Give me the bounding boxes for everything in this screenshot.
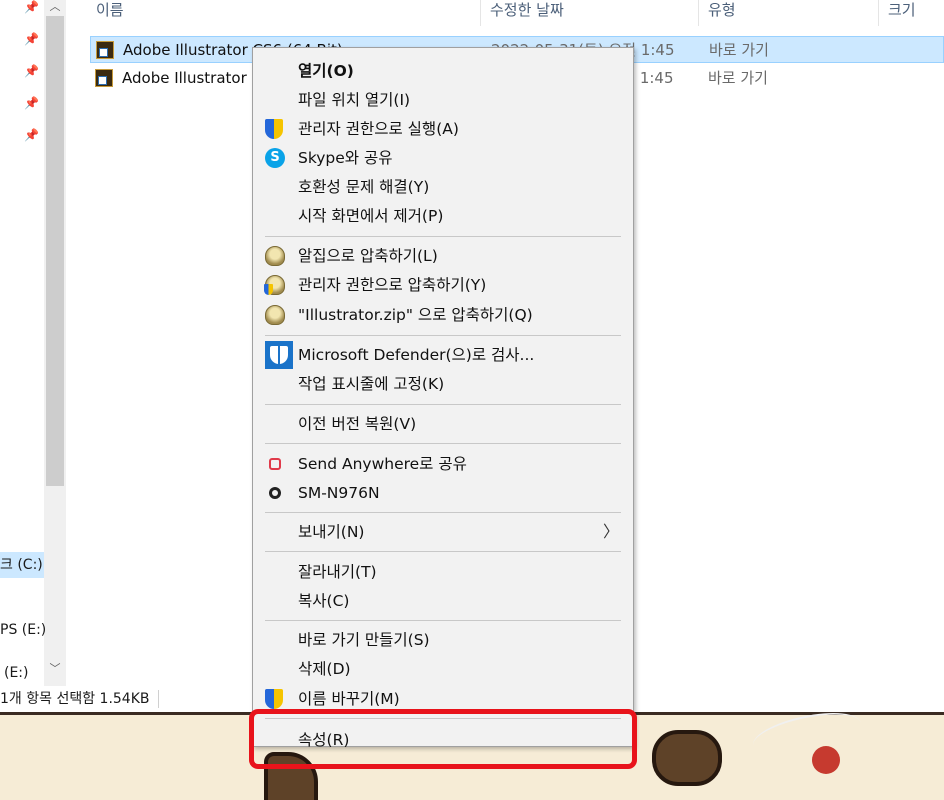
- illustrator-shortcut-icon: [96, 41, 114, 59]
- navigation-pane: 📌 📌 📌 📌 📌 ︿ ﹀ 크 (C:) PS (E:) (E:): [0, 0, 66, 712]
- menu-item-label: 알집으로 압축하기(L): [298, 247, 438, 265]
- scroll-down-arrow-icon[interactable]: ﹀: [46, 662, 64, 676]
- pin-icon[interactable]: 📌: [24, 64, 39, 78]
- nav-item-drive-e-2[interactable]: (E:): [4, 663, 29, 683]
- menu-item-label: 보내기(N): [298, 523, 365, 541]
- menu-item-label: Send Anywhere로 공유: [298, 455, 467, 473]
- menu-item-device-sm-n976n[interactable]: SM-N976N: [253, 479, 633, 507]
- menu-item-label: 복사(C): [298, 592, 350, 610]
- skype-icon: S: [265, 148, 285, 168]
- menu-item-label: SM-N976N: [298, 484, 380, 502]
- menu-item-create-shortcut[interactable]: 바로 가기 만들기(S): [253, 626, 633, 654]
- status-bar-text: 1개 항목 선택함 1.54KB: [0, 691, 150, 707]
- pin-icon[interactable]: 📌: [24, 96, 39, 110]
- column-divider[interactable]: [480, 0, 481, 26]
- menu-item-troubleshoot-compatibility[interactable]: 호환성 문제 해결(Y): [253, 173, 633, 201]
- menu-item-delete[interactable]: 삭제(D): [253, 655, 633, 683]
- menu-item-run-as-admin[interactable]: 관리자 권한으로 실행(A): [253, 115, 633, 143]
- send-anywhere-icon: [269, 458, 281, 470]
- properties-highlight-annotation: [249, 709, 637, 769]
- pin-icon[interactable]: 📌: [24, 32, 39, 46]
- menu-item-defender-scan[interactable]: Microsoft Defender(으)로 검사...: [253, 341, 633, 369]
- menu-item-label: Skype와 공유: [298, 149, 393, 167]
- menu-item-open[interactable]: 열기(O): [253, 57, 633, 85]
- menu-item-label: 파일 위치 열기(I): [298, 91, 411, 109]
- phone-icon: [269, 487, 281, 499]
- context-menu: 열기(O) 파일 위치 열기(I) 관리자 권한으로 실행(A) S Skype…: [252, 47, 634, 749]
- alzip-icon: [265, 246, 285, 266]
- menu-item-label: 바로 가기 만들기(S): [298, 631, 430, 649]
- wallpaper-cactus-art: [652, 730, 722, 786]
- alzip-icon: [265, 305, 285, 325]
- menu-separator: [265, 335, 621, 336]
- wallpaper-seal-stamp: [812, 746, 840, 774]
- menu-item-compress-to-zip[interactable]: "Illustrator.zip" 으로 압축하기(Q): [253, 301, 633, 329]
- menu-item-label: 삭제(D): [298, 660, 351, 678]
- menu-item-open-file-location[interactable]: 파일 위치 열기(I): [253, 86, 633, 114]
- menu-item-label: 관리자 권한으로 실행(A): [298, 120, 459, 138]
- file-type: 바로 가기: [708, 69, 768, 87]
- column-divider[interactable]: [878, 0, 879, 26]
- menu-separator: [265, 551, 621, 552]
- menu-item-label: Microsoft Defender(으)로 검사...: [298, 346, 535, 364]
- menu-item-restore-previous-versions[interactable]: 이전 버전 복원(V): [253, 410, 633, 438]
- menu-item-pin-to-taskbar[interactable]: 작업 표시줄에 고정(K): [253, 370, 633, 398]
- menu-separator: [265, 404, 621, 405]
- pin-icon[interactable]: 📌: [24, 0, 39, 14]
- status-divider: [158, 690, 159, 708]
- menu-item-label: 호환성 문제 해결(Y): [298, 178, 430, 196]
- column-header: 이름 수정한 날짜 유형 크기: [66, 0, 944, 26]
- menu-item-label: 관리자 권한으로 압축하기(Y): [298, 276, 487, 294]
- chevron-right-icon: 〉: [602, 522, 619, 541]
- menu-item-send-to[interactable]: 보내기(N) 〉: [253, 518, 633, 546]
- menu-item-label: 시작 화면에서 제거(P): [298, 207, 444, 225]
- menu-item-send-anywhere[interactable]: Send Anywhere로 공유: [253, 450, 633, 478]
- uac-shield-icon: [265, 119, 283, 139]
- menu-item-label: 열기(O): [298, 62, 354, 80]
- nav-item-drive-e[interactable]: PS (E:): [0, 620, 46, 640]
- menu-item-label: 잘라내기(T): [298, 563, 377, 581]
- menu-item-cut[interactable]: 잘라내기(T): [253, 558, 633, 586]
- defender-icon: [265, 341, 293, 369]
- column-name[interactable]: 이름: [96, 0, 124, 26]
- illustrator-shortcut-icon: [95, 69, 113, 87]
- menu-item-alzip-compress[interactable]: 알집으로 압축하기(L): [253, 242, 633, 270]
- menu-separator: [265, 443, 621, 444]
- menu-item-label: 이전 버전 복원(V): [298, 415, 417, 433]
- pin-icon[interactable]: 📌: [24, 128, 39, 142]
- scroll-up-arrow-icon[interactable]: ︿: [46, 0, 64, 14]
- menu-item-unpin-from-start[interactable]: 시작 화면에서 제거(P): [253, 202, 633, 230]
- wallpaper-brush-signature: [749, 712, 865, 764]
- nav-scrollbar-thumb[interactable]: [46, 16, 64, 486]
- menu-item-alzip-compress-admin[interactable]: 관리자 권한으로 압축하기(Y): [253, 271, 633, 299]
- menu-item-share-skype[interactable]: S Skype와 공유: [253, 144, 633, 172]
- menu-separator: [265, 620, 621, 621]
- alzip-admin-icon: [264, 275, 285, 295]
- file-type: 바로 가기: [709, 41, 769, 59]
- menu-separator: [265, 236, 621, 237]
- menu-item-label: "Illustrator.zip" 으로 압축하기(Q): [298, 306, 533, 324]
- column-size[interactable]: 크기: [888, 0, 916, 26]
- column-date[interactable]: 수정한 날짜: [490, 0, 564, 26]
- column-type[interactable]: 유형: [708, 0, 736, 26]
- menu-item-copy[interactable]: 복사(C): [253, 587, 633, 615]
- uac-shield-icon: [265, 689, 283, 709]
- menu-item-label: 작업 표시줄에 고정(K): [298, 375, 445, 393]
- nav-item-drive-c[interactable]: 크 (C:): [0, 552, 44, 578]
- column-divider[interactable]: [698, 0, 699, 26]
- menu-separator: [265, 512, 621, 513]
